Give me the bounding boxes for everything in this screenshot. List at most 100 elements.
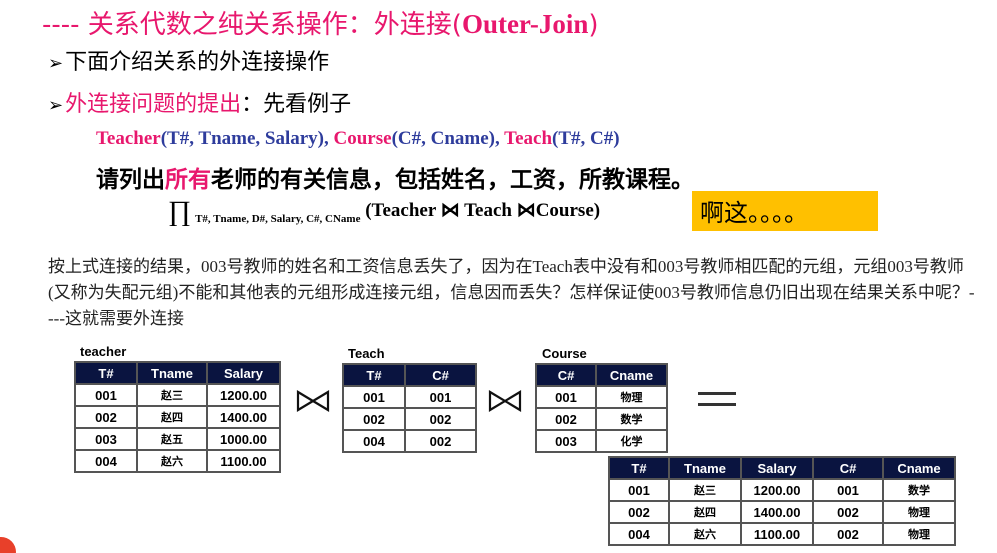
relation-name: Course <box>333 128 392 149</box>
bullet-arrow-icon: ➢ <box>48 53 64 74</box>
relation-schema: Teacher(T#, Tname, Salary), Course(C#, C… <box>96 128 620 150</box>
table-cell: 赵四 <box>136 405 208 429</box>
column-header: T# <box>608 456 670 480</box>
table-row: 001 赵三 1200.00 001 数学 <box>608 478 956 502</box>
column-header: C# <box>812 456 884 480</box>
table-row: 003 赵五 1000.00 <box>74 427 281 451</box>
bullet-intro: ➢下面介绍关系的外连接操作 <box>48 44 329 76</box>
table-cell: 1400.00 <box>740 500 814 524</box>
table-cell: 001 <box>535 385 597 409</box>
table-cell: 赵三 <box>668 478 742 502</box>
bullet-arrow-icon: ➢ <box>48 95 64 116</box>
table-cell: 004 <box>74 449 138 473</box>
highlight-note: 啊这。。。。 <box>692 191 878 231</box>
table-cell: 赵四 <box>668 500 742 524</box>
query-question: 请列出所有老师的有关信息，包括姓名，工资，所教课程。 <box>96 160 694 194</box>
teach-caption: Teach <box>348 346 385 361</box>
question-text: 老师的有关信息，包括姓名，工资，所教课程。 <box>211 167 694 193</box>
title-suffix: ) <box>588 10 599 40</box>
table-cell: 002 <box>342 407 406 431</box>
table-cell: 1100.00 <box>206 449 281 473</box>
table-cell: 001 <box>404 385 477 409</box>
table-row: 001 赵三 1200.00 <box>74 383 281 407</box>
column-header: Cname <box>882 456 956 480</box>
table-row: 001 001 <box>342 385 477 409</box>
teach-table: T# C# 001 001 002 002 004 002 <box>342 363 477 453</box>
table-cell: 003 <box>535 429 597 453</box>
table-cell: 001 <box>342 385 406 409</box>
column-header: Tname <box>668 456 742 480</box>
table-row: 001 物理 <box>535 385 668 409</box>
column-header: T# <box>74 361 138 385</box>
table-cell: 002 <box>74 405 138 429</box>
table-row: 004 赵六 1100.00 <box>74 449 281 473</box>
table-cell: 003 <box>74 427 138 451</box>
bullet-highlight-text: 外连接问题的提出 <box>65 92 242 117</box>
relation-attrs: (C#, Cname), <box>391 128 505 149</box>
projection-symbol: ∏ <box>168 196 192 227</box>
relational-formula: ∏ T#, Tname, D#, Salary, C#, CName (Teac… <box>168 196 600 228</box>
course-table: C# Cname 001 物理 002 数学 003 化学 <box>535 363 668 453</box>
title-prefix: ---- 关系代数之纯关系操作：外连接( <box>42 10 462 40</box>
table-row: 002 002 <box>342 407 477 431</box>
bullet-text: ：先看例子 <box>241 92 352 117</box>
column-header: C# <box>404 363 477 387</box>
projection-attrs: T#, Tname, D#, Salary, C#, CName <box>195 213 361 225</box>
table-cell: 数学 <box>882 478 956 502</box>
table-cell: 004 <box>608 522 670 546</box>
bullet-text: 下面介绍关系的外连接操作 <box>65 50 330 75</box>
table-row: 002 赵四 1400.00 002 物理 <box>608 500 956 524</box>
question-highlight: 所有 <box>165 167 211 193</box>
table-cell: 001 <box>608 478 670 502</box>
table-row: 003 化学 <box>535 429 668 453</box>
result-table: T# Tname Salary C# Cname 001 赵三 1200.00 001… <box>608 456 956 546</box>
table-cell: 002 <box>608 500 670 524</box>
table-row: 004 002 <box>342 429 477 453</box>
relation-name: Teach <box>504 128 553 149</box>
table-cell: 1200.00 <box>740 478 814 502</box>
table-cell: 002 <box>812 522 884 546</box>
natural-join-icon <box>488 390 522 412</box>
table-cell: 1000.00 <box>206 427 281 451</box>
table-cell: 物理 <box>882 522 956 546</box>
table-row: 002 赵四 1400.00 <box>74 405 281 429</box>
table-cell: 化学 <box>595 429 668 453</box>
table-cell: 物理 <box>882 500 956 524</box>
explanation-paragraph: 按上式连接的结果，003号教师的姓名和工资信息丢失了，因为在Teach表中没有和… <box>48 257 975 328</box>
column-header: T# <box>342 363 406 387</box>
table-cell: 001 <box>812 478 884 502</box>
join-expression: (Teacher ⋈ Teach ⋈Course) <box>360 200 601 221</box>
column-header: Salary <box>740 456 814 480</box>
table-row: 002 数学 <box>535 407 668 431</box>
natural-join-icon <box>296 390 330 412</box>
table-cell: 赵六 <box>668 522 742 546</box>
table-cell: 004 <box>342 429 406 453</box>
question-text: 请列出 <box>96 167 165 193</box>
relation-name: Teacher <box>96 128 161 149</box>
table-row: 004 赵六 1100.00 002 物理 <box>608 522 956 546</box>
table-cell: 物理 <box>595 385 668 409</box>
teacher-table: T# Tname Salary 001 赵三 1200.00 002 赵四 1400.0… <box>74 361 281 473</box>
course-caption: Course <box>542 346 587 361</box>
column-header: Tname <box>136 361 208 385</box>
teacher-caption: teacher <box>80 344 127 359</box>
table-cell: 001 <box>74 383 138 407</box>
relation-attrs: (T#, Tname, Salary), <box>160 128 334 149</box>
table-cell: 1400.00 <box>206 405 281 429</box>
column-header: Salary <box>206 361 281 385</box>
column-header: Cname <box>595 363 668 387</box>
slide-title: ---- 关系代数之纯关系操作：外连接(Outer-Join) <box>42 4 599 41</box>
table-cell: 002 <box>404 429 477 453</box>
title-latin: Outer-Join <box>461 9 589 39</box>
table-cell: 赵六 <box>136 449 208 473</box>
relation-attrs: (T#, C#) <box>552 128 620 149</box>
table-cell: 002 <box>404 407 477 431</box>
equals-sign-icon <box>698 392 736 414</box>
table-cell: 1100.00 <box>740 522 814 546</box>
table-cell: 赵五 <box>136 427 208 451</box>
table-cell: 002 <box>535 407 597 431</box>
table-cell: 赵三 <box>136 383 208 407</box>
table-cell: 数学 <box>595 407 668 431</box>
bullet-problem: ➢外连接问题的提出：先看例子 <box>48 86 351 118</box>
column-header: C# <box>535 363 597 387</box>
